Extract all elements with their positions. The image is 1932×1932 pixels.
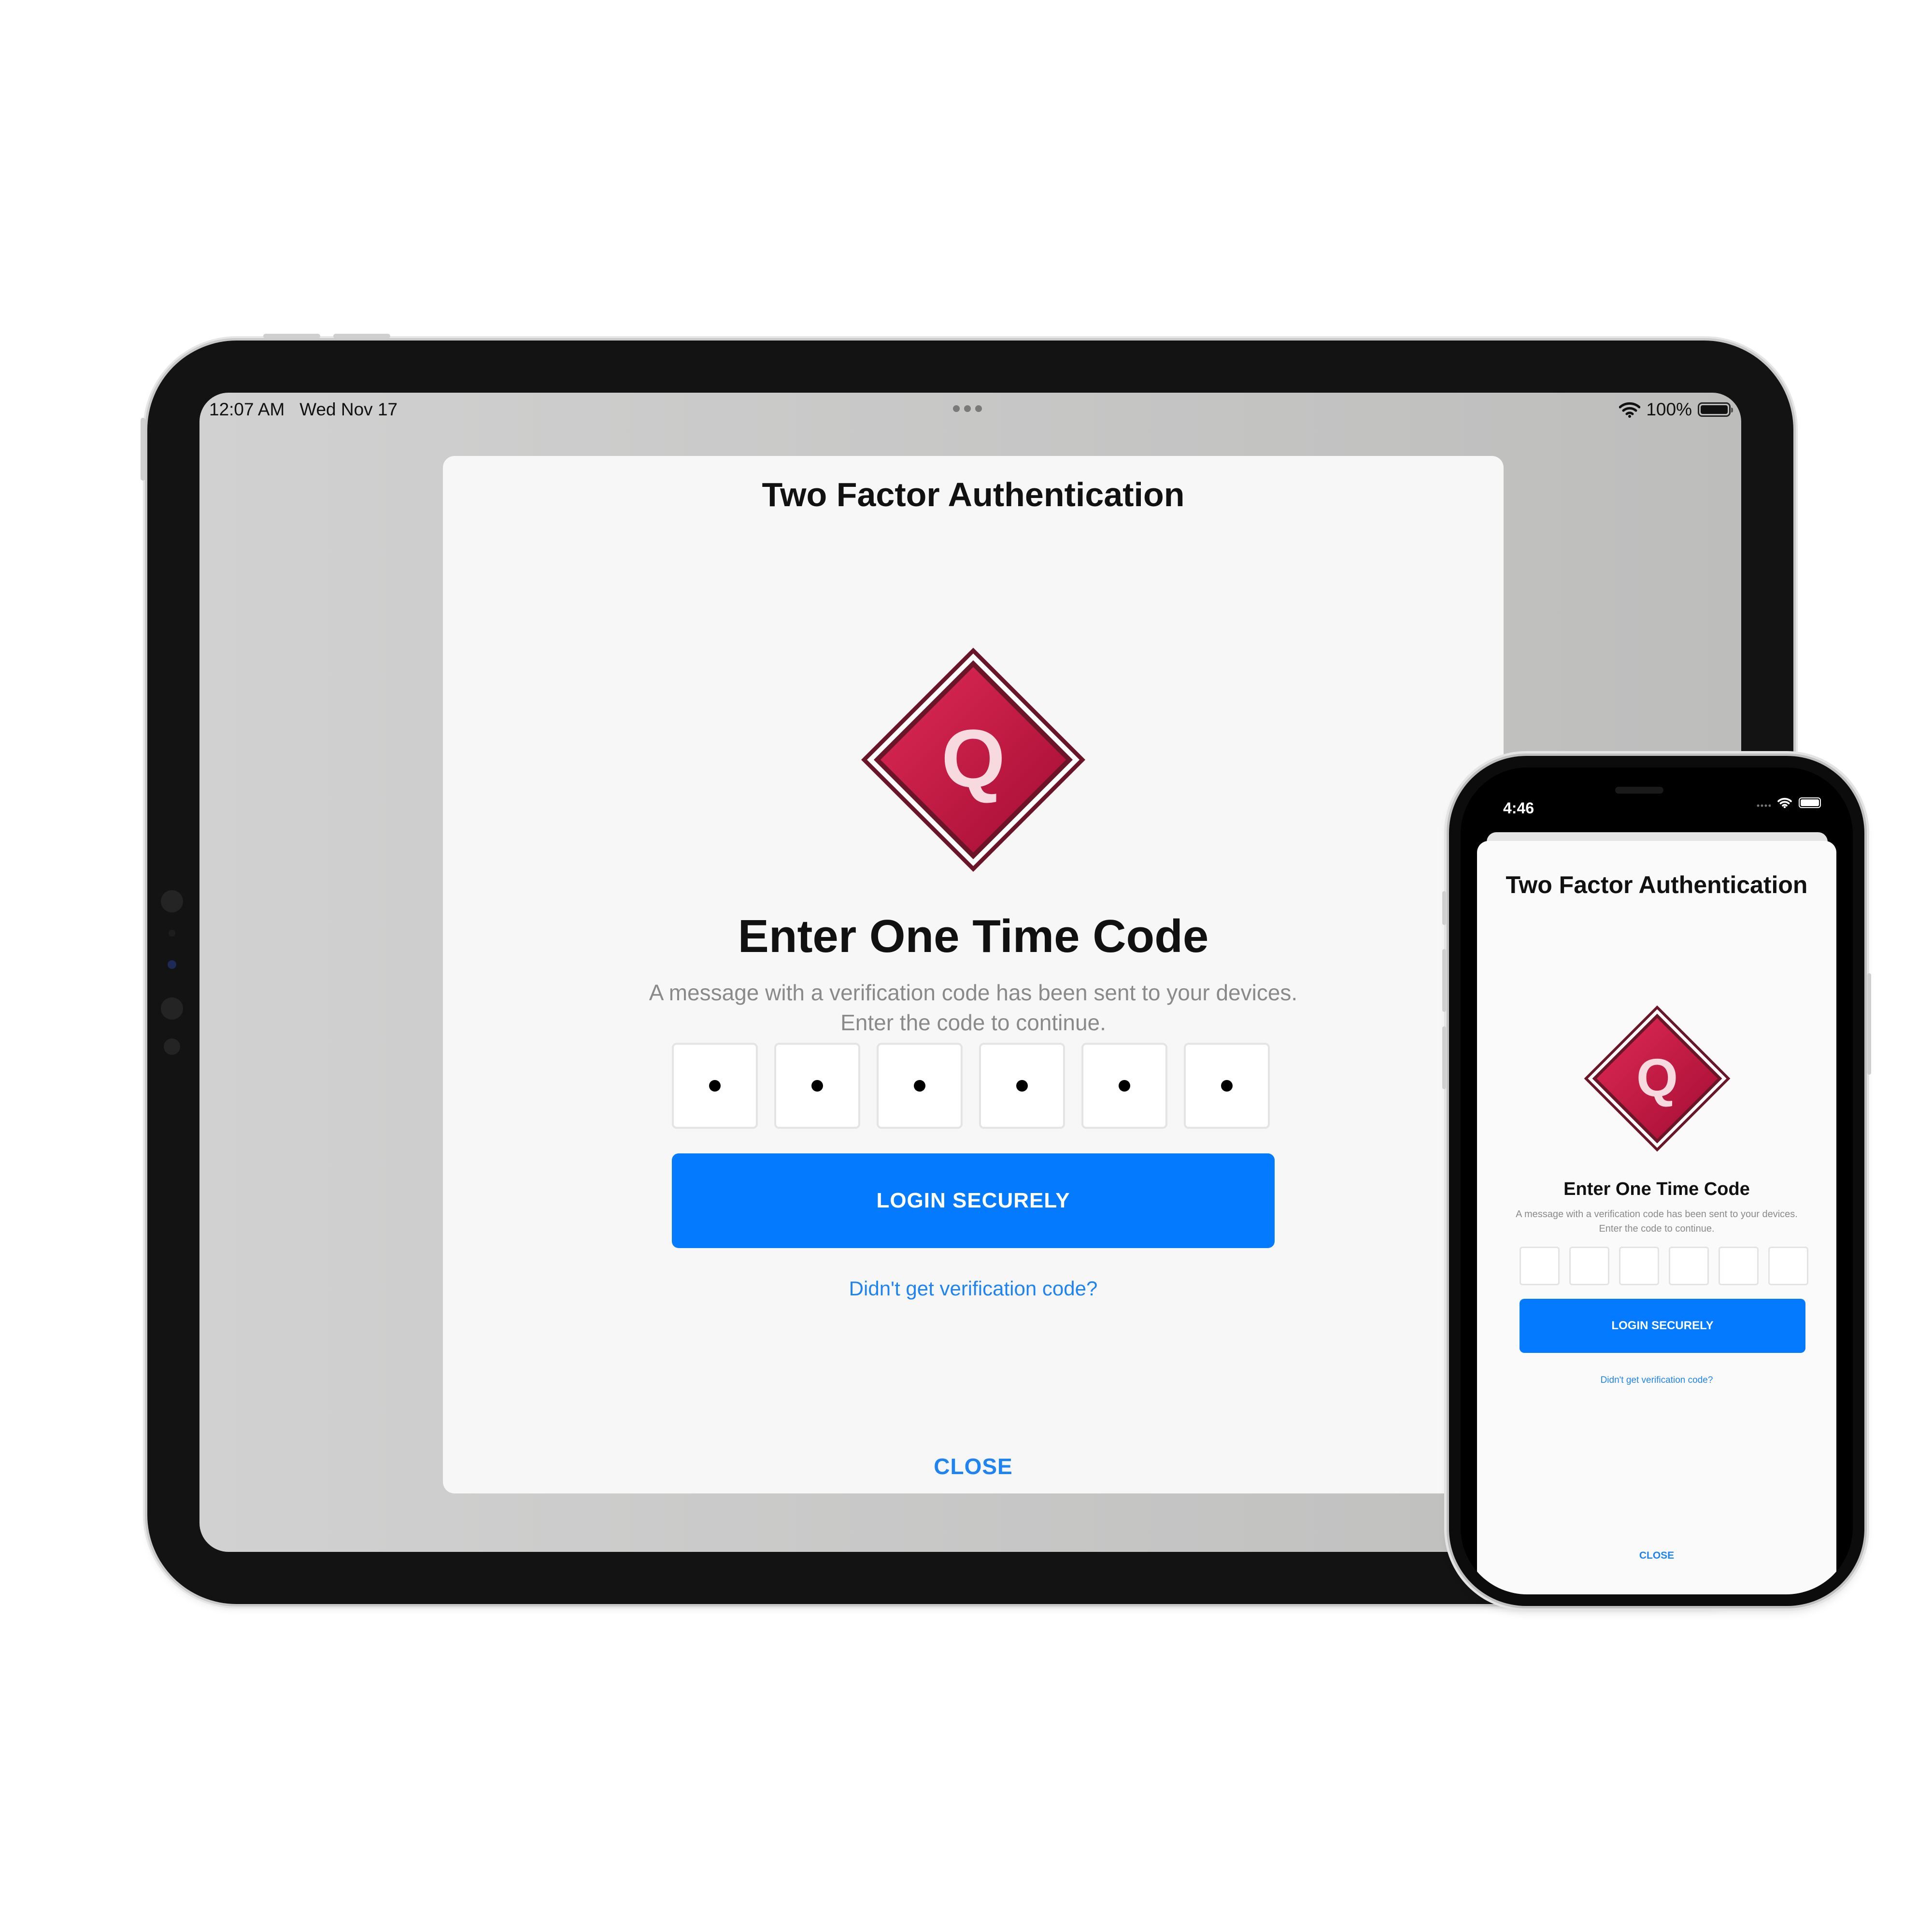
modal-description: A message with a verification code has b…: [649, 980, 1298, 1035]
battery-icon: [1799, 797, 1821, 808]
status-time: 12:07 AM Wed Nov 17: [209, 399, 398, 420]
iphone-side-button: [1867, 973, 1871, 1075]
modal-heading: Enter One Time Code: [1563, 1179, 1750, 1199]
logo-letter: Q: [1636, 1048, 1678, 1108]
code-digit-5[interactable]: [1719, 1247, 1759, 1285]
status-time-value: 12:07 AM: [209, 399, 285, 419]
code-digit-2[interactable]: [1569, 1247, 1609, 1285]
resend-code-link[interactable]: Didn't get verification code?: [443, 1277, 1504, 1300]
battery-icon: [1698, 402, 1733, 417]
iphone-status-bar: 4:46: [1461, 767, 1853, 821]
login-securely-button[interactable]: LOGIN SECURELY: [1520, 1299, 1805, 1353]
code-digit-3[interactable]: [877, 1043, 963, 1129]
battery-percent: 100%: [1646, 399, 1692, 419]
code-digit-3[interactable]: [1619, 1247, 1659, 1285]
modal-title: Two Factor Authentication: [762, 476, 1185, 513]
signal-icon: [1757, 804, 1771, 807]
two-factor-modal: Two Factor Authentication Q Enter One Ti…: [1477, 841, 1836, 1594]
ipad-volume-down-button: [333, 334, 390, 339]
multitasking-dots-icon[interactable]: [953, 405, 982, 412]
code-input-group: [672, 1043, 1270, 1129]
wifi-icon: [1777, 797, 1792, 808]
wifi-icon: [1619, 402, 1641, 418]
ipad-status-bar: 12:07 AM Wed Nov 17 100%: [199, 393, 1741, 426]
two-factor-modal: Two Factor Authentication Q Enter One Ti…: [443, 456, 1504, 1493]
code-digit-2[interactable]: [774, 1043, 860, 1129]
close-button[interactable]: CLOSE: [1477, 1550, 1836, 1562]
status-indicators: [1756, 797, 1821, 808]
close-button[interactable]: CLOSE: [443, 1453, 1504, 1479]
modal-heading: Enter One Time Code: [738, 910, 1209, 962]
modal-description: A message with a verification code has b…: [1516, 1209, 1798, 1234]
q-diamond-logo: Q: [861, 648, 1085, 872]
status-indicators: 100%: [1619, 399, 1733, 420]
ipad-camera: [161, 890, 183, 912]
digit-mask: [811, 1080, 823, 1092]
digit-mask: [1016, 1080, 1028, 1092]
iphone-silent-switch: [1442, 891, 1446, 925]
iphone-volume-up-button: [1442, 949, 1446, 1012]
iphone-volume-down-button: [1442, 1026, 1446, 1089]
code-digit-4[interactable]: [1669, 1247, 1709, 1285]
status-date: Wed Nov 17: [299, 399, 398, 419]
digit-mask: [1119, 1080, 1130, 1092]
logo-letter: Q: [941, 713, 1005, 805]
ipad-sensor-blue: [168, 960, 176, 969]
ipad-volume-up-button: [263, 334, 320, 339]
code-digit-6[interactable]: [1768, 1247, 1808, 1285]
iphone-screen: 4:46 Two Factor Authentication Q Enter O…: [1461, 767, 1853, 1594]
code-digit-1[interactable]: [1520, 1247, 1560, 1285]
iphone-device: 4:46 Two Factor Authentication Q Enter O…: [1442, 756, 1871, 1606]
ipad-sensor: [169, 930, 175, 937]
login-securely-button[interactable]: LOGIN SECURELY: [672, 1153, 1275, 1248]
ipad-top-button: [141, 418, 145, 481]
status-time: 4:46: [1503, 799, 1534, 817]
speaker-grille: [1615, 787, 1663, 794]
digit-mask: [914, 1080, 925, 1092]
code-digit-1[interactable]: [672, 1043, 758, 1129]
digit-mask: [1221, 1080, 1233, 1092]
q-diamond-logo: Q: [1584, 1005, 1731, 1152]
modal-title: Two Factor Authentication: [1506, 871, 1808, 898]
ipad-flood-illuminator: [164, 1038, 180, 1055]
code-digit-6[interactable]: [1184, 1043, 1270, 1129]
code-digit-5[interactable]: [1081, 1043, 1167, 1129]
digit-mask: [709, 1080, 721, 1092]
code-digit-4[interactable]: [979, 1043, 1065, 1129]
ipad-face-id-emitter: [161, 997, 183, 1020]
resend-code-link[interactable]: Didn't get verification code?: [1477, 1375, 1836, 1386]
code-input-group: [1520, 1247, 1808, 1285]
